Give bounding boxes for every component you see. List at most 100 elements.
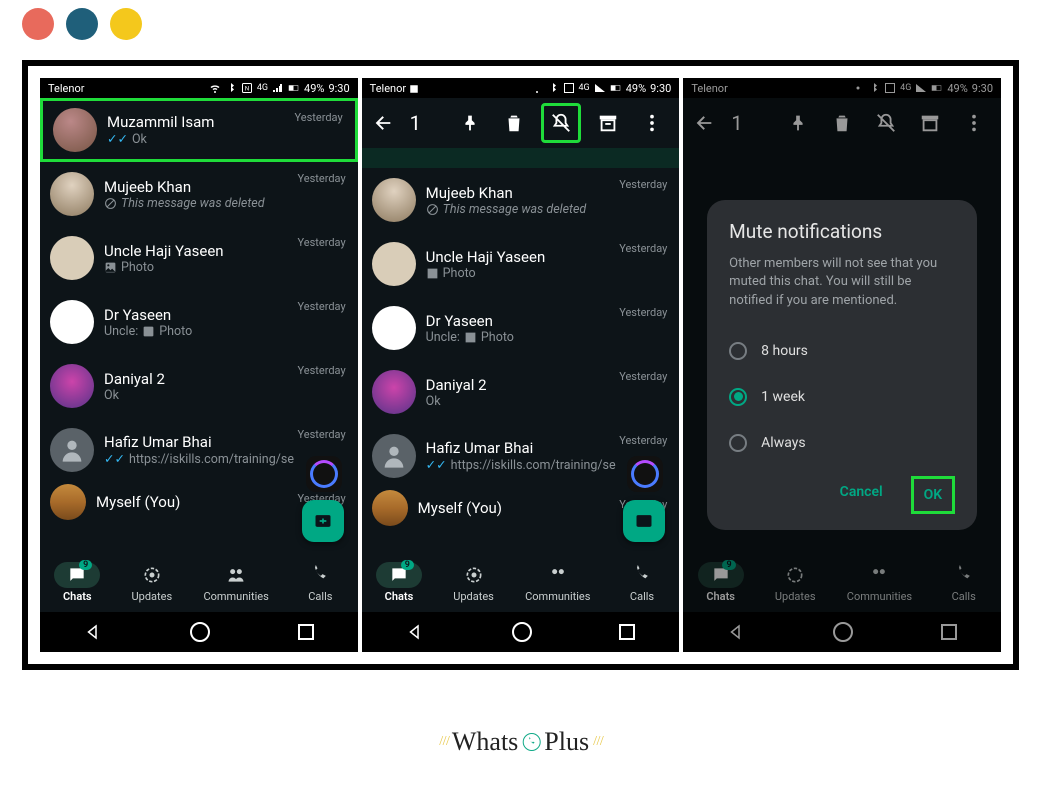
new-chat-fab[interactable]: [623, 500, 665, 542]
pin-button[interactable]: [453, 106, 487, 140]
chat-time: Yesterday: [619, 370, 667, 383]
chat-time: Yesterday: [298, 172, 346, 185]
avatar[interactable]: [50, 484, 86, 520]
selection-count: 1: [731, 111, 771, 135]
nav-calls[interactable]: Calls: [941, 562, 987, 603]
overflow-button[interactable]: [957, 106, 991, 140]
chat-row-dr-yaseen[interactable]: Dr YaseenUncle:Photo Yesterday: [362, 296, 680, 360]
chat-time: Yesterday: [298, 428, 346, 441]
android-nav-bar: [40, 612, 358, 652]
nav-communities[interactable]: Communities: [525, 562, 590, 603]
nav-chats[interactable]: 9Chats: [376, 562, 422, 603]
nav-label: Calls: [630, 590, 654, 603]
sparkle-icon: / / /: [439, 734, 448, 750]
unread-badge: 9: [401, 560, 414, 570]
back-nav-icon[interactable]: [84, 623, 102, 641]
nav-label: Communities: [203, 590, 268, 603]
avatar[interactable]: [372, 490, 408, 526]
nav-chats[interactable]: 9 Chats: [54, 562, 100, 603]
wifi-icon: [531, 82, 543, 94]
overflow-button[interactable]: [635, 106, 669, 140]
nav-label: Calls: [952, 590, 976, 603]
chat-preview: Photo: [159, 324, 192, 339]
recent-nav-icon[interactable]: [298, 624, 314, 640]
ok-button[interactable]: OK: [911, 476, 956, 514]
updates-icon: [142, 565, 162, 585]
selection-toolbar: 1: [362, 98, 680, 148]
chat-row-muzammil[interactable]: Muzammil Isam ✓✓Ok Yesterday: [40, 98, 358, 162]
radio-8-hours[interactable]: 8 hours: [729, 328, 955, 374]
avatar[interactable]: [372, 306, 416, 350]
new-chat-fab[interactable]: [302, 500, 344, 542]
archive-button[interactable]: [913, 106, 947, 140]
chat-list[interactable]: Mujeeb KhanThis message was deleted Yest…: [362, 148, 680, 552]
chat-row-uncle-haji[interactable]: Uncle Haji Yaseen Photo Yesterday: [40, 226, 358, 290]
back-nav-icon[interactable]: [406, 623, 424, 641]
avatar[interactable]: [50, 428, 94, 472]
avatar[interactable]: [53, 108, 97, 152]
avatar[interactable]: [372, 178, 416, 222]
back-icon[interactable]: [372, 112, 394, 134]
chat-row-selected-strip[interactable]: [362, 148, 680, 168]
nav-updates[interactable]: Updates: [451, 562, 497, 603]
mute-button[interactable]: [541, 103, 581, 143]
dialog-actions: Cancel OK: [729, 466, 955, 520]
archive-button[interactable]: [591, 106, 625, 140]
home-nav-icon[interactable]: [833, 622, 853, 642]
nfc-icon: [563, 82, 575, 94]
avatar[interactable]: [50, 364, 94, 408]
avatar[interactable]: [372, 370, 416, 414]
nav-communities[interactable]: Communities: [847, 562, 912, 603]
sparkle-icon: / / /: [593, 734, 602, 750]
ring-widget[interactable]: [627, 456, 663, 492]
chat-row-mujeeb[interactable]: Mujeeb KhanThis message was deleted Yest…: [362, 168, 680, 232]
delete-button[interactable]: [497, 106, 531, 140]
battery-icon: [288, 82, 300, 94]
avatar[interactable]: [372, 242, 416, 286]
nav-calls[interactable]: Calls: [619, 562, 665, 603]
mute-button[interactable]: [869, 106, 903, 140]
read-ticks-icon: ✓✓: [104, 451, 125, 467]
chat-row-daniyal[interactable]: Daniyal 2Ok Yesterday: [362, 360, 680, 424]
selection-count: 1: [410, 111, 444, 135]
communities-icon: [548, 565, 568, 585]
chat-preview: This message was deleted: [121, 196, 265, 211]
status-bar: Telenor 4G 49% 9:30: [683, 78, 1001, 98]
chat-row-dr-yaseen[interactable]: Dr Yaseen Uncle:Photo Yesterday: [40, 290, 358, 354]
pin-button[interactable]: [781, 106, 815, 140]
nav-chats[interactable]: 9Chats: [698, 562, 744, 603]
dot-blue: [66, 8, 98, 40]
nav-updates[interactable]: Updates: [129, 562, 175, 603]
chat-time: Yesterday: [298, 364, 346, 377]
radio-1-week[interactable]: 1 week: [729, 374, 955, 420]
chat-time: Yesterday: [619, 306, 667, 319]
chat-row-daniyal[interactable]: Daniyal 2 Ok Yesterday: [40, 354, 358, 418]
more-icon: [641, 112, 663, 134]
back-nav-icon[interactable]: [727, 623, 745, 641]
ring-widget[interactable]: [306, 456, 342, 492]
delete-button[interactable]: [825, 106, 859, 140]
cancel-button[interactable]: Cancel: [830, 476, 893, 514]
read-ticks-icon: ✓✓: [426, 457, 447, 473]
bell-off-icon: [875, 112, 897, 134]
back-icon[interactable]: [693, 112, 715, 134]
avatar[interactable]: [50, 236, 94, 280]
avatar[interactable]: [372, 434, 416, 478]
radio-always[interactable]: Always: [729, 420, 955, 466]
avatar[interactable]: [50, 300, 94, 344]
avatar[interactable]: [50, 172, 94, 216]
nav-calls[interactable]: Calls: [297, 562, 343, 603]
home-nav-icon[interactable]: [512, 622, 532, 642]
battery-icon: [931, 82, 943, 94]
chat-row-mujeeb[interactable]: Mujeeb Khan This message was deleted Yes…: [40, 162, 358, 226]
recent-nav-icon[interactable]: [619, 624, 635, 640]
recent-nav-icon[interactable]: [941, 624, 957, 640]
nav-updates[interactable]: Updates: [772, 562, 818, 603]
nav-communities[interactable]: Communities: [203, 562, 268, 603]
chat-preview: Photo: [443, 266, 476, 281]
carrier-label: Telenor: [48, 82, 84, 95]
chat-row-uncle-haji[interactable]: Uncle Haji YaseenPhoto Yesterday: [362, 232, 680, 296]
unread-badge: 9: [79, 560, 92, 570]
home-nav-icon[interactable]: [190, 622, 210, 642]
signal-icon: [915, 82, 927, 94]
